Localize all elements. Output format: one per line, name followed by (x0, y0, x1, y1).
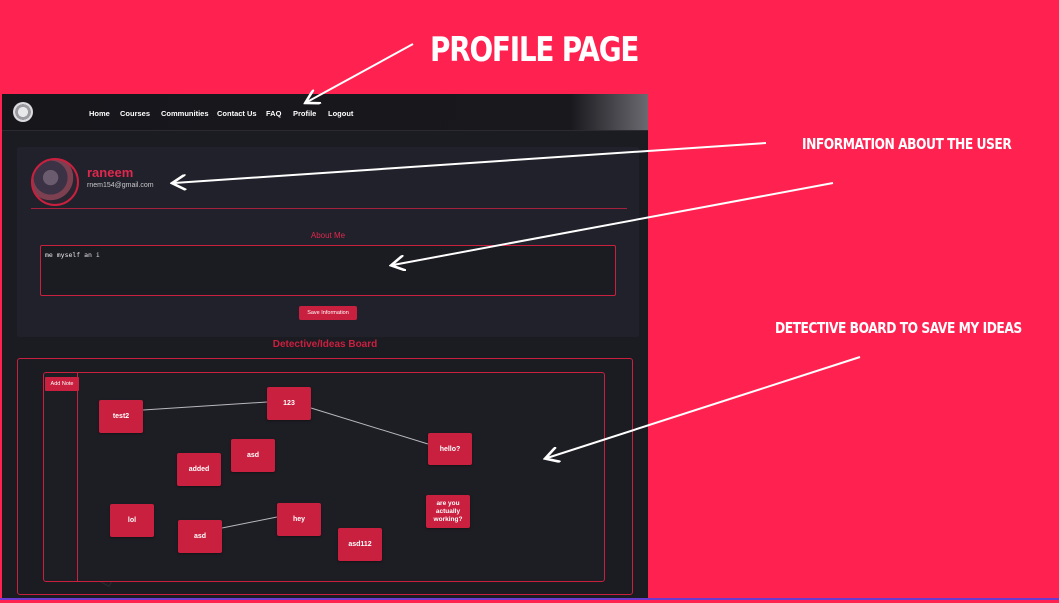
connection-line (142, 401, 268, 411)
connection-line (221, 516, 278, 529)
note-card[interactable]: asd112 (338, 528, 382, 561)
user-info-callout: INFORMATION ABOUT THE USER (802, 135, 1012, 153)
note-card[interactable]: test2 (99, 400, 143, 433)
bottom-border (0, 598, 1059, 600)
note-card[interactable]: asd (178, 520, 222, 553)
connection-line (310, 407, 429, 445)
note-connections (142, 401, 429, 529)
note-card[interactable]: 123 (267, 387, 311, 420)
slide-title: PROFILE PAGE (430, 30, 639, 70)
app-screenshot: Home Courses Communities Contact Us FAQ … (2, 94, 648, 598)
note-card[interactable]: hey (277, 503, 321, 536)
note-card[interactable]: added (177, 453, 221, 486)
note-card[interactable]: are you actually working? (426, 495, 470, 528)
note-card[interactable]: hello? (428, 433, 472, 465)
board-callout: DETECTIVE BOARD TO SAVE MY IDEAS (775, 319, 1022, 337)
note-card[interactable]: lol (110, 504, 154, 537)
note-card[interactable]: asd (231, 439, 275, 472)
